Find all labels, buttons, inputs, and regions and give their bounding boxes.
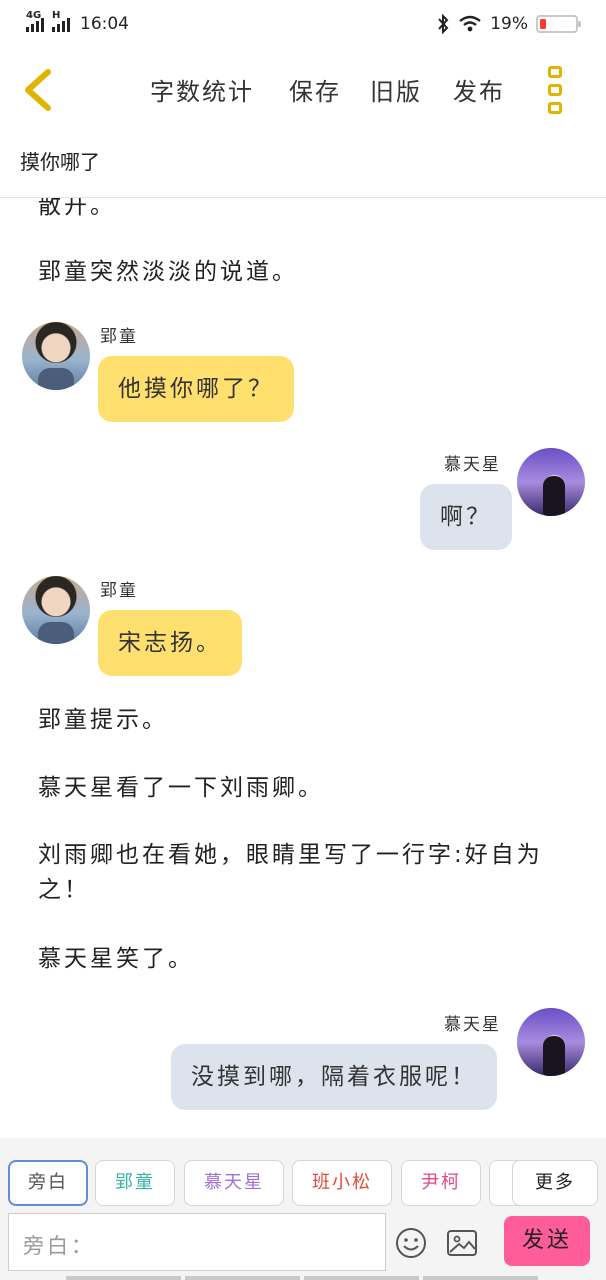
battery-percent: 19% — [490, 14, 528, 34]
send-button[interactable]: 发送 — [504, 1216, 590, 1266]
speaker-name: 郢童 — [100, 327, 138, 347]
narration-line[interactable]: 之！ — [38, 870, 90, 910]
narration-line[interactable]: 慕天星笑了。 — [38, 939, 194, 979]
publish-button[interactable]: 发布 — [453, 72, 505, 107]
old-version-button[interactable]: 旧版 — [370, 72, 422, 107]
nav-gesture-bar — [66, 1276, 538, 1280]
signal-4g-icon: 4G — [26, 10, 44, 32]
narration-line[interactable]: 郢童提示。 — [38, 700, 168, 740]
story-content[interactable]: 散开。 郢童突然淡淡的说道。 郢童 他摸你哪了？ 慕天星 啊？ 郢童 宋志扬。 … — [0, 198, 606, 1138]
clock: 16:04 — [80, 14, 129, 34]
speaker-name: 郢童 — [100, 581, 138, 601]
chip-character[interactable]: 旁白 — [8, 1160, 88, 1206]
chip-character[interactable]: 郢童 — [95, 1160, 175, 1206]
bluetooth-icon — [438, 14, 449, 34]
avatar-character-right[interactable] — [517, 1008, 585, 1076]
emoji-icon[interactable] — [395, 1227, 427, 1259]
chat-bubble-left[interactable]: 他摸你哪了？ — [98, 356, 294, 422]
image-icon[interactable] — [446, 1227, 478, 1259]
back-chevron-icon[interactable] — [18, 66, 62, 114]
top-toolbar: 字数统计 保存 旧版 发布 — [0, 52, 606, 130]
chip-character[interactable]: 尹柯 — [401, 1160, 481, 1206]
chip-character[interactable]: 慕天星 — [184, 1160, 284, 1206]
speaker-name: 慕天星 — [444, 455, 501, 475]
chip-character[interactable]: 班小松 — [292, 1160, 392, 1206]
input-placeholder: 旁白： — [23, 1234, 95, 1258]
message-input[interactable]: 旁白： — [8, 1213, 386, 1271]
document-title[interactable]: 摸你哪了 — [20, 146, 100, 175]
save-button[interactable]: 保存 — [289, 72, 341, 107]
word-count-button[interactable]: 字数统计 — [150, 72, 254, 107]
speaker-name: 慕天星 — [444, 1015, 501, 1035]
narration-line[interactable]: 郢童突然淡淡的说道。 — [38, 252, 298, 292]
character-chips: 旁白 郢童 慕天星 班小松 尹柯 更多 — [8, 1160, 606, 1208]
avatar-character-right[interactable] — [517, 448, 585, 516]
signal-h-icon: H — [52, 10, 70, 32]
wifi-icon — [459, 15, 481, 32]
more-menu-icon[interactable] — [548, 66, 568, 114]
narration-line[interactable]: 刘雨卿也在看她，眼睛里写了一行字:好自为 — [38, 835, 543, 875]
more-characters-button[interactable]: 更多 — [512, 1160, 598, 1206]
status-bar: 4G H 16:04 19% — [0, 0, 606, 52]
composer-panel: 旁白 郢童 慕天星 班小松 尹柯 更多 旁白： 发送 — [0, 1138, 606, 1280]
narration-line[interactable]: 散开。 — [38, 198, 116, 226]
chat-bubble-left[interactable]: 宋志扬。 — [98, 610, 242, 676]
avatar-character-left[interactable] — [22, 322, 90, 390]
chat-bubble-right[interactable]: 啊？ — [420, 484, 512, 550]
avatar-character-left[interactable] — [22, 576, 90, 644]
narration-line[interactable]: 慕天星看了一下刘雨卿。 — [38, 768, 324, 808]
chat-bubble-right[interactable]: 没摸到哪，隔着衣服呢！ — [171, 1044, 497, 1110]
battery-icon — [536, 15, 581, 33]
